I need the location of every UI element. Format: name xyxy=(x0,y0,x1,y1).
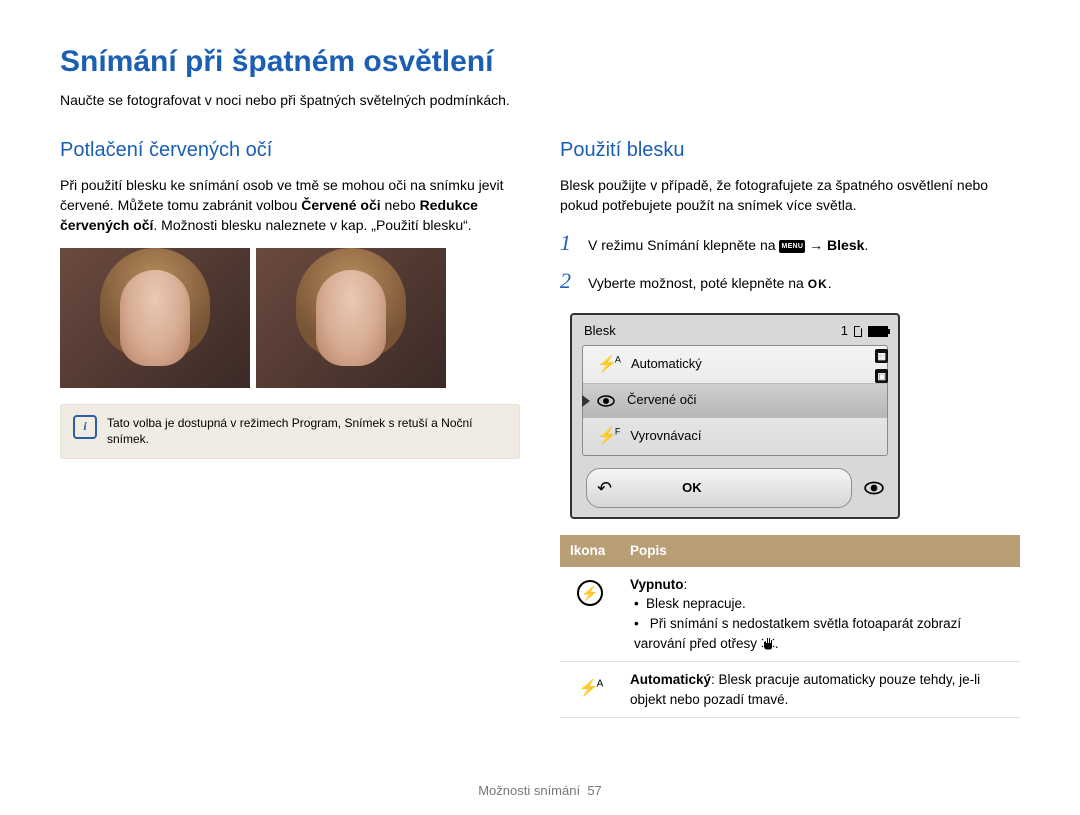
lcd-button-bar: ↶ OK xyxy=(586,468,852,508)
intro-text: Naučte se fotografovat v noci nebo při š… xyxy=(60,90,1020,110)
flash-options-table: Ikona Popis ⚡ Vypnuto: Blesk nepracuje. … xyxy=(560,535,1020,718)
section-flash-heading: Použití blesku xyxy=(560,136,1020,165)
lcd-menu: ⚡A Automatický Červené oči ⚡F Vyrovnávac… xyxy=(582,345,888,456)
photo-red-eye xyxy=(60,248,250,388)
bullet: Při snímání s nedostatkem světla fotoapa… xyxy=(634,614,1010,653)
lcd-item-label: Automatický xyxy=(631,355,702,374)
eye-icon xyxy=(864,481,884,495)
step-1: 1 V režimu Snímání klepněte na MENU → Bl… xyxy=(560,227,1020,259)
lcd-title: Blesk xyxy=(584,322,616,341)
back-icon[interactable]: ↶ xyxy=(597,475,612,501)
table-row: ⚡ Vypnuto: Blesk nepracuje. Při snímání … xyxy=(560,567,1020,662)
menu-icon: MENU xyxy=(779,240,805,253)
section-red-eye-heading: Potlačení červených očí xyxy=(60,136,520,165)
flash-off-icon: ⚡ xyxy=(577,580,603,606)
flash-fill-icon: ⚡F xyxy=(597,425,618,448)
page-footer: Možnosti snímání 57 xyxy=(0,782,1080,801)
step-number: 1 xyxy=(560,227,578,259)
lcd-item-label: Červené oči xyxy=(627,391,696,410)
note-box: i Tato volba je dostupná v režimech Prog… xyxy=(60,404,520,460)
ok-glyph: OK xyxy=(808,277,828,291)
side-chip-icon: ▦ xyxy=(875,349,888,363)
note-text: Tato volba je dostupná v režimech Progra… xyxy=(107,415,507,449)
lcd-count: 1 xyxy=(841,322,848,341)
row-title: Automatický xyxy=(630,672,711,687)
side-chip-icon: ▣ xyxy=(875,369,888,383)
table-row: ⚡A Automatický: Blesk pracuje automatick… xyxy=(560,662,1020,718)
lcd-status-icons: 1 xyxy=(841,322,888,341)
ok-button[interactable]: OK xyxy=(682,479,702,498)
camera-lcd: Blesk 1 ⚡A Automatický Červené oči xyxy=(570,313,900,519)
shake-warning-icon xyxy=(761,636,775,650)
battery-icon xyxy=(868,326,888,337)
th-desc: Popis xyxy=(620,535,1020,567)
selection-indicator-icon xyxy=(582,395,590,407)
bullet: Blesk nepracuje. xyxy=(634,594,1010,614)
step-number: 2 xyxy=(560,265,578,297)
step-2: 2 Vyberte možnost, poté klepněte na OK. xyxy=(560,265,1020,297)
lcd-item-auto[interactable]: ⚡A Automatický xyxy=(583,346,887,383)
lcd-item-redeye[interactable]: Červené oči xyxy=(583,383,887,417)
th-icon: Ikona xyxy=(560,535,620,567)
flash-auto-icon: ⚡A xyxy=(579,680,602,697)
flash-lead: Blesk použijte v případě, že fotografuje… xyxy=(560,175,1020,216)
example-photos xyxy=(60,248,520,388)
lcd-item-label: Vyrovnávací xyxy=(630,427,701,446)
photo-corrected xyxy=(256,248,446,388)
memory-card-icon xyxy=(854,326,862,337)
eye-icon xyxy=(597,395,615,407)
red-eye-body: Při použití blesku ke snímání osob ve tm… xyxy=(60,175,520,236)
lcd-item-fill[interactable]: ⚡F Vyrovnávací xyxy=(583,417,887,455)
row-title: Vypnuto xyxy=(630,577,684,592)
flash-auto-icon: ⚡A xyxy=(597,353,619,376)
page-title: Snímání při špatném osvětlení xyxy=(60,40,1020,84)
info-icon: i xyxy=(73,415,97,439)
